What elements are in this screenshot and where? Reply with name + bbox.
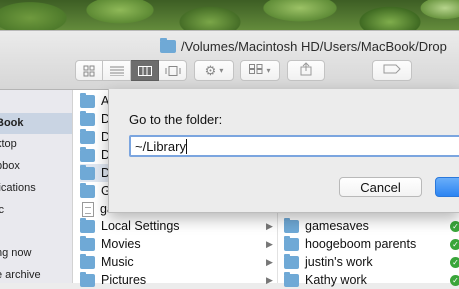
list-item[interactable]: Movies [80,235,141,253]
chevron-right-icon: ▶ [266,221,273,231]
folder-icon [80,182,95,198]
folder-icon [80,146,95,162]
sidebar-item-playing-now[interactable]: ng now [0,243,35,264]
folder-icon [80,164,95,180]
arrange-icon [249,64,263,77]
list-item[interactable]: Kathy work [284,271,367,289]
icon-view-icon[interactable] [75,60,103,81]
list-view-icon[interactable] [103,60,131,81]
go-to-folder-dialog: Go to the folder: ~/Library Cancel [108,89,459,213]
tag-icon [383,64,401,77]
chevron-right-icon: ▶ [266,257,273,267]
sidebar-item-label: ic [0,204,4,216]
chevron-down-icon: ▾ [219,66,224,75]
sidebar-item-desktop[interactable]: ktop [0,134,21,155]
toolbar: ⚙ ▾ ▾ [0,60,459,82]
folder-icon [284,235,299,251]
sidebar-item-label: ktop [0,138,17,150]
arrange-button[interactable]: ▾ [240,60,280,81]
list-item[interactable]: Dr [80,164,114,182]
sidebar-item-label: lications [0,182,36,194]
sync-check-icon: ✓ [450,257,459,268]
sidebar-item-macbook[interactable]: Book [0,113,72,134]
cancel-button[interactable]: Cancel [339,177,422,197]
sidebar-item-label: pbox [0,160,20,172]
folder-icon [80,128,95,144]
folder-icon [284,253,299,269]
sidebar-item-dropbox[interactable]: pbox [0,156,24,177]
share-icon [300,62,312,79]
sidebar-item-label: e archive [0,269,41,281]
sidebar-item-archive[interactable]: e archive [0,265,45,283]
folder-icon [284,217,299,233]
chevron-right-icon: ▶ [266,275,273,285]
column-view-icon[interactable] [131,60,159,81]
sync-check-icon: ✓ [450,239,459,250]
action-button[interactable]: ⚙ ▾ [194,60,234,81]
sidebar-item-applications[interactable]: lications [0,178,40,199]
folder-path-input[interactable]: ~/Library [129,135,459,157]
chevron-right-icon: ▶ [266,239,273,249]
list-item[interactable]: Music [80,253,134,271]
finder-window: /Volumes/Macintosh HD/Users/MacBook/Drop… [0,30,459,287]
sidebar-item-music[interactable]: ic [0,200,8,221]
view-switcher [75,60,187,81]
text-caret [185,139,187,154]
sidebar-item-label: Book [0,117,24,129]
sync-check-icon: ✓ [450,221,459,232]
share-button[interactable] [287,60,325,81]
list-item[interactable]: gamesaves [284,217,369,235]
folder-icon [80,253,95,269]
go-button[interactable] [435,177,459,197]
dialog-label: Go to the folder: [129,112,223,127]
document-icon [82,201,94,217]
folder-icon [80,235,95,251]
titlebar: /Volumes/Macintosh HD/Users/MacBook/Drop… [0,31,459,90]
coverflow-view-icon[interactable] [159,60,187,81]
sync-check-icon: ✓ [450,275,459,286]
tags-button[interactable] [372,60,412,81]
list-item[interactable]: hoogeboom parents [284,235,416,253]
chevron-down-icon: ▾ [266,66,271,75]
folder-icon [80,271,95,287]
window-title: /Volumes/Macintosh HD/Users/MacBook/Drop [160,37,447,54]
window-path-text: /Volumes/Macintosh HD/Users/MacBook/Drop [181,38,447,54]
folder-icon [80,110,95,126]
folder-icon [160,37,176,53]
folder-icon [284,271,299,287]
list-item[interactable]: justin's work [284,253,373,271]
sidebar: Book ktop pbox lications ic ng now e arc… [0,90,73,283]
gear-icon: ⚙ [204,62,217,78]
folder-icon [80,92,95,108]
folder-icon [80,217,95,233]
sidebar-item-label: ng now [0,247,32,259]
list-item[interactable]: Local Settings [80,217,180,235]
list-item[interactable]: Pictures [80,271,146,289]
